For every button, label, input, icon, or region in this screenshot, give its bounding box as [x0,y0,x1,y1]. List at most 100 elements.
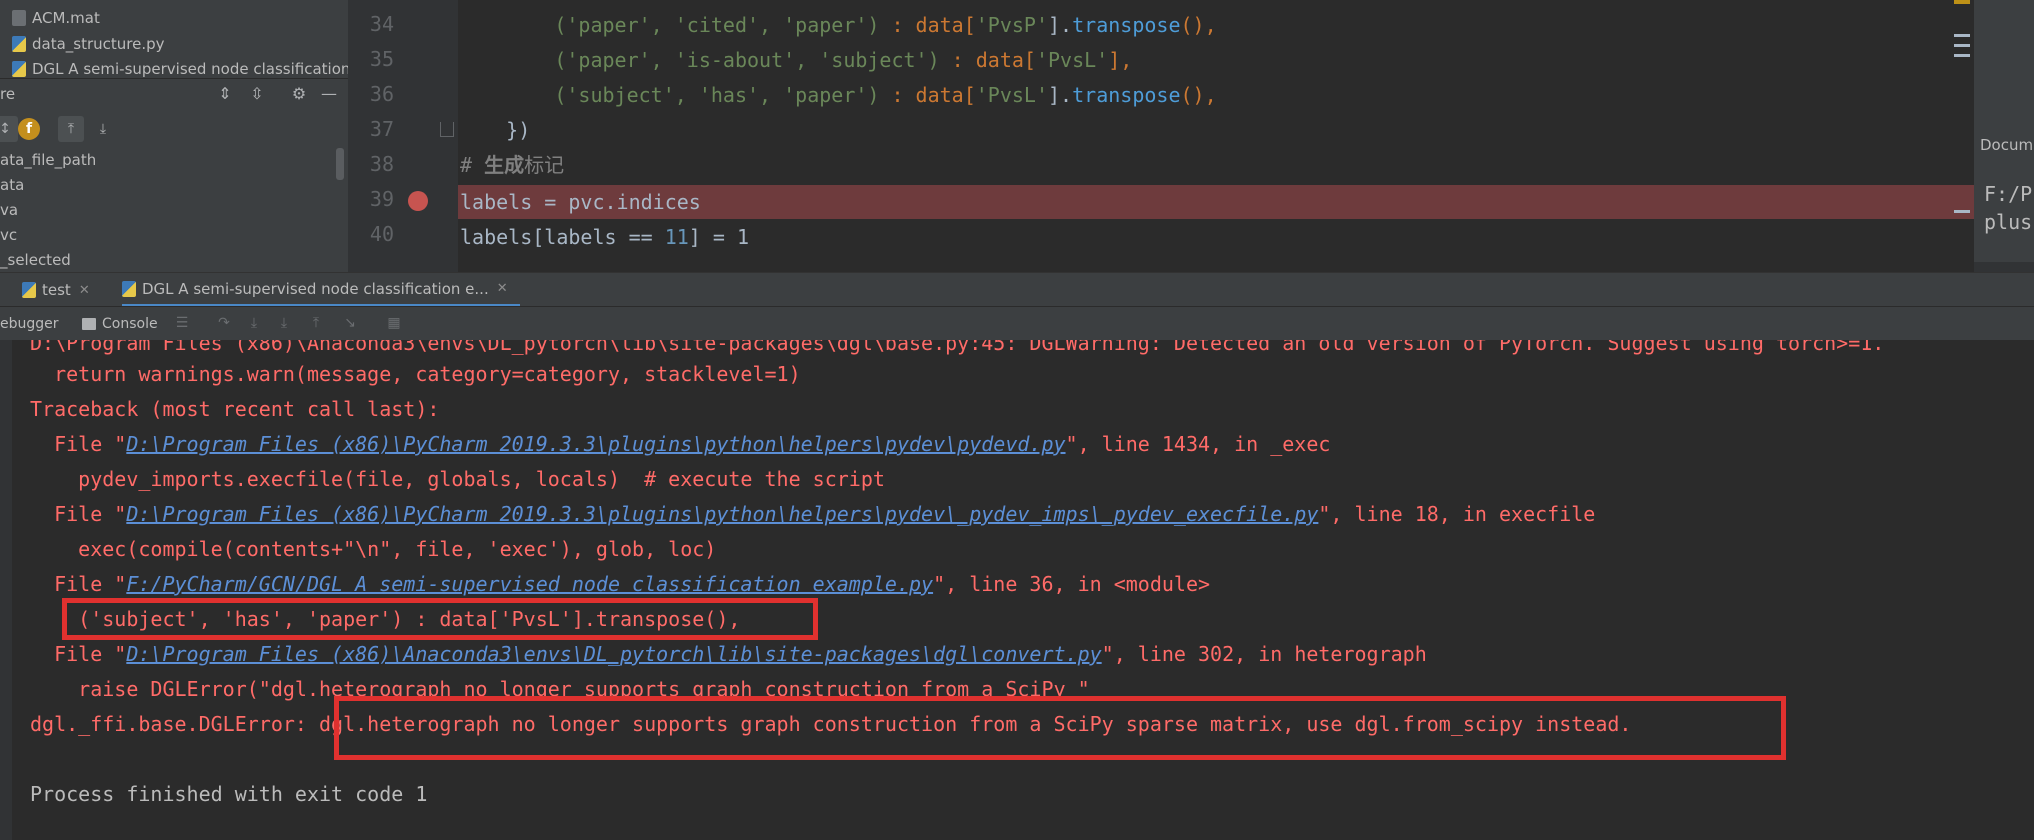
stripe-mark[interactable] [1954,210,1970,213]
line-number: 36 [369,82,394,106]
code-token: 生成 [484,153,525,177]
line-number: 39 [369,187,394,211]
close-icon[interactable]: ✕ [79,283,90,298]
line-number: 35 [369,47,394,71]
project-panel: ACM.mat data_structure.py DGL A semi-sup… [0,0,348,272]
stripe-mark[interactable] [1954,44,1970,47]
console-line: exec(compile(contents+"\n", file, 'exec'… [30,537,717,561]
step-over-icon[interactable]: ↷ [214,315,234,333]
code-token: ], [1108,48,1133,72]
minimize-icon[interactable]: — [318,83,340,105]
code-token: 11 [664,225,689,249]
tree-item-data-structure[interactable]: data_structure.py [12,32,165,56]
console-text: File " [30,432,127,456]
step-into-icon[interactable]: ⤓ [244,315,264,333]
doc-panel-scrollbar[interactable] [1974,262,2034,272]
console-line: File "D:\Program Files (x86)\PyCharm 201… [30,427,1330,462]
structure-header: re ⇕ ⇳ ⚙ — [0,78,348,109]
structure-item[interactable]: ata_file_path [0,148,96,172]
error-stripe-mark[interactable] [1954,0,1970,4]
breakpoint-icon[interactable] [408,191,428,211]
console-text: ", line 302, in heterograph [1101,642,1427,666]
menu-icon[interactable]: ☰ [172,315,192,333]
tab-test[interactable]: test ✕ [22,273,90,307]
console-icon [82,318,96,330]
structure-scrollbar[interactable] [336,148,344,180]
evaluate-expression-icon[interactable]: ▦ [384,315,404,333]
code-line-35: ('paper', 'is-about', 'subject') : data[… [458,43,1132,77]
autoscroll-from-source-icon[interactable]: ⤓ [90,116,116,142]
tree-item-label: DGL A semi-supervised node classificatio… [32,60,348,78]
tab-debugger[interactable]: ebugger [0,307,59,341]
tab-console[interactable]: Console [82,307,158,341]
console-line-exit: Process finished with exit code 1 [30,782,428,806]
code-line-38: # 生成标记 [460,148,564,182]
structure-item[interactable]: ata [0,173,24,197]
show-fields-icon[interactable]: f [18,118,40,140]
structure-item[interactable]: va [0,198,18,222]
stripe-mark[interactable] [1954,34,1970,37]
line-number: 37 [369,117,394,141]
run-to-cursor-icon[interactable]: ↘ [340,315,360,333]
code-token: (), [1180,13,1217,37]
code-token: ]. [1048,13,1073,37]
step-into-my-code-icon[interactable]: ⤓ [274,315,294,333]
structure-item[interactable]: _selected [0,248,71,272]
tab-dgl-example[interactable]: DGL A semi-supervised node classificatio… [122,273,520,307]
traceback-link[interactable]: D:\Program Files (x86)\Anaconda3\envs\DL… [126,642,1101,666]
code-token: ('paper', 'is-about', 'subject') [554,48,940,72]
console-line: Traceback (most recent call last): [30,397,440,421]
gear-icon[interactable]: ⚙ [288,83,310,105]
tab-label: DGL A semi-supervised node classificatio… [142,279,489,298]
code-token: ('subject', 'has', 'paper') [554,83,880,107]
autoscroll-to-source-icon[interactable]: ⤒ [58,116,84,142]
tab-label: Console [102,316,158,332]
code-line-40: labels[labels == 11] = 1 [460,220,749,254]
stripe-mark[interactable] [1954,54,1970,57]
python-file-icon [12,61,26,77]
code-line-36: ('subject', 'has', 'paper') : data['PvsL… [458,78,1216,112]
code-token: # [460,153,485,177]
step-out-icon[interactable]: ⤒ [306,315,326,333]
close-icon[interactable]: ✕ [497,281,508,296]
tree-item-label: data_structure.py [32,35,165,53]
traceback-link[interactable]: F:/PyCharm/GCN/DGL A semi-supervised nod… [126,572,933,596]
code-token: labels[labels == [460,225,665,249]
console-line: File "D:\Program Files (x86)\Anaconda3\e… [30,637,1427,672]
tree-item-label: ACM.mat [32,9,100,27]
console-line: File "D:\Program Files (x86)\PyCharm 201… [30,497,1595,532]
mat-file-icon [12,10,26,26]
sort-icon[interactable]: ↕ [0,116,18,142]
documentation-panel: Docum F:/P plus [1974,0,2034,272]
tree-item-acm-mat[interactable]: ACM.mat [12,6,100,30]
code-token: ]. [1048,83,1073,107]
doc-line: plus [1984,210,2033,234]
console-line: File "F:/PyCharm/GCN/DGL A semi-supervis… [30,567,1210,602]
python-file-icon [12,36,26,52]
console-output[interactable]: D:\Program Files (x86)\Anaconda3\envs\DL… [0,340,2034,840]
console-text: ", line 36, in <module> [933,572,1211,596]
line-number: 40 [369,222,394,246]
line-number: 38 [369,152,394,176]
editor-gutter[interactable]: 34 35 36 37 38 39 40 [348,0,458,272]
collapse-all-icon[interactable]: ⇳ [246,83,268,105]
console-text: dgl._ffi.base.DGLError: [30,712,319,736]
expand-all-icon[interactable]: ⇕ [214,83,236,105]
code-line-37: }) [458,113,530,147]
console-gutter [0,340,12,840]
console-text: ", line 1434, in _exec [1065,432,1331,456]
code-token: : data[ [879,83,976,107]
code-editor[interactable]: 34 35 36 37 38 39 40 ('paper', 'cited', … [348,0,1974,272]
tab-label: test [42,281,71,299]
code-token: 'PvsL' [975,83,1049,107]
structure-item[interactable]: vc [0,223,17,247]
code-token: }) [506,118,531,142]
code-token: 'PvsL' [1035,48,1109,72]
console-line: pydev_imports.execfile(file, globals, lo… [30,467,885,491]
console-text: ", line 18, in execfile [1318,502,1596,526]
traceback-link[interactable]: D:\Program Files (x86)\PyCharm 2019.3.3\… [126,502,1318,526]
fold-marker-icon[interactable] [440,122,454,137]
console-text: File " [30,572,127,596]
code-token: ] = 1 [688,225,750,249]
traceback-link[interactable]: D:\Program Files (x86)\PyCharm 2019.3.3\… [126,432,1065,456]
